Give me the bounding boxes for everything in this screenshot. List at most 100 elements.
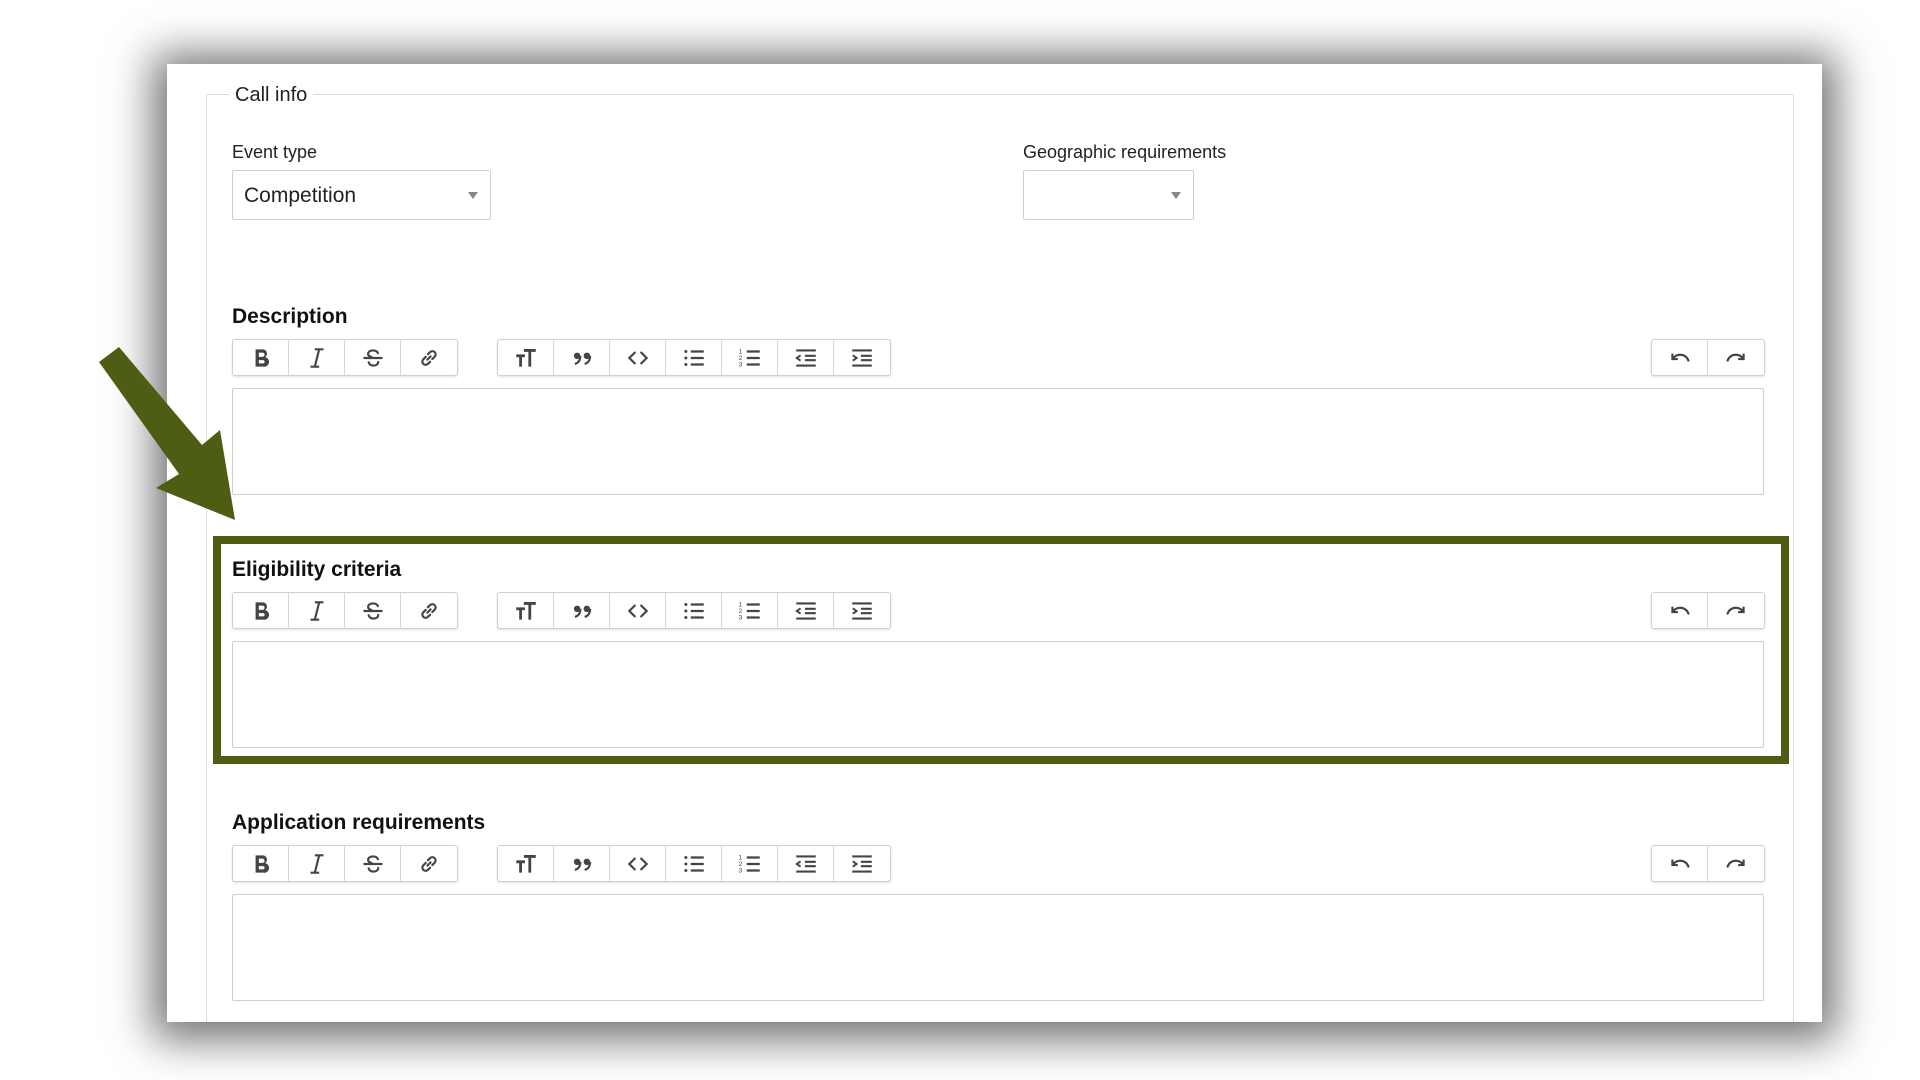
outdent-button[interactable]: [778, 593, 834, 628]
undo-button[interactable]: [1652, 593, 1708, 628]
indent-button[interactable]: [834, 593, 890, 628]
history-toolbar: [1651, 592, 1765, 629]
annotation-arrow-icon: [99, 347, 235, 520]
strikethrough-button[interactable]: [345, 340, 401, 375]
strikethrough-button[interactable]: [345, 846, 401, 881]
numbered-list-icon: [737, 851, 763, 877]
bold-icon: [248, 345, 274, 371]
strikethrough-icon: [360, 851, 386, 877]
redo-icon: [1723, 345, 1749, 371]
heading-icon: [513, 345, 539, 371]
numbered-list-icon: [737, 345, 763, 371]
code-button[interactable]: [610, 846, 666, 881]
quote-icon: [569, 598, 595, 624]
code-icon: [625, 598, 651, 624]
numbered-list-icon: [737, 598, 763, 624]
bullet-list-button[interactable]: [666, 340, 722, 375]
code-button[interactable]: [610, 340, 666, 375]
description-title: Description: [232, 305, 348, 328]
indent-button[interactable]: [834, 340, 890, 375]
quote-button[interactable]: [554, 593, 610, 628]
outdent-icon: [793, 345, 819, 371]
call-info-panel: Call info Event type Competition Geograp…: [167, 64, 1822, 1022]
heading-button[interactable]: [498, 340, 554, 375]
strikethrough-icon: [360, 345, 386, 371]
link-button[interactable]: [401, 846, 457, 881]
bold-icon: [248, 851, 274, 877]
italic-button[interactable]: [289, 846, 345, 881]
undo-icon: [1667, 851, 1693, 877]
format-toolbar: [232, 592, 458, 629]
link-icon: [416, 851, 442, 877]
undo-button[interactable]: [1652, 340, 1708, 375]
bullet-list-button[interactable]: [666, 846, 722, 881]
redo-button[interactable]: [1708, 340, 1764, 375]
chevron-down-icon: [1171, 192, 1181, 199]
indent-icon: [849, 851, 875, 877]
redo-button[interactable]: [1708, 846, 1764, 881]
history-toolbar: [1651, 845, 1765, 882]
outdent-icon: [793, 598, 819, 624]
event-type-select[interactable]: Competition: [232, 170, 491, 220]
link-button[interactable]: [401, 340, 457, 375]
redo-icon: [1723, 851, 1749, 877]
code-icon: [625, 851, 651, 877]
bullet-list-icon: [681, 598, 707, 624]
link-icon: [416, 598, 442, 624]
format-toolbar: [232, 339, 458, 376]
undo-icon: [1667, 598, 1693, 624]
application-requirements-editor[interactable]: [232, 894, 1764, 1001]
call-info-fieldset: [206, 94, 1794, 1022]
undo-icon: [1667, 345, 1693, 371]
indent-button[interactable]: [834, 846, 890, 881]
heading-icon: [513, 598, 539, 624]
indent-icon: [849, 598, 875, 624]
redo-icon: [1723, 598, 1749, 624]
indent-icon: [849, 345, 875, 371]
event-type-value: Competition: [244, 184, 357, 207]
format-toolbar: [232, 845, 458, 882]
block-toolbar: [497, 339, 891, 376]
block-toolbar: [497, 845, 891, 882]
undo-button[interactable]: [1652, 846, 1708, 881]
quote-icon: [569, 345, 595, 371]
strikethrough-icon: [360, 598, 386, 624]
quote-button[interactable]: [554, 846, 610, 881]
link-button[interactable]: [401, 593, 457, 628]
geographic-requirements-select[interactable]: [1023, 170, 1194, 220]
quote-icon: [569, 851, 595, 877]
bullet-list-button[interactable]: [666, 593, 722, 628]
redo-button[interactable]: [1708, 593, 1764, 628]
eligibility-criteria-editor[interactable]: [232, 641, 1764, 748]
numbered-list-button[interactable]: [722, 340, 778, 375]
quote-button[interactable]: [554, 340, 610, 375]
italic-icon: [304, 345, 330, 371]
bold-button[interactable]: [233, 593, 289, 628]
outdent-button[interactable]: [778, 340, 834, 375]
italic-button[interactable]: [289, 593, 345, 628]
bullet-list-icon: [681, 851, 707, 877]
fieldset-legend: Call info: [229, 84, 314, 107]
code-button[interactable]: [610, 593, 666, 628]
italic-icon: [304, 851, 330, 877]
italic-icon: [304, 598, 330, 624]
event-type-label: Event type: [232, 142, 318, 162]
chevron-down-icon: [468, 192, 478, 199]
eligibility-criteria-title: Eligibility criteria: [232, 558, 402, 581]
block-toolbar: [497, 592, 891, 629]
link-icon: [416, 345, 442, 371]
strikethrough-button[interactable]: [345, 593, 401, 628]
heading-button[interactable]: [498, 593, 554, 628]
outdent-icon: [793, 851, 819, 877]
geographic-requirements-label: Geographic requirements: [1023, 142, 1227, 162]
description-editor[interactable]: [232, 388, 1764, 495]
numbered-list-button[interactable]: [722, 593, 778, 628]
outdent-button[interactable]: [778, 846, 834, 881]
bullet-list-icon: [681, 345, 707, 371]
heading-icon: [513, 851, 539, 877]
numbered-list-button[interactable]: [722, 846, 778, 881]
heading-button[interactable]: [498, 846, 554, 881]
bold-button[interactable]: [233, 846, 289, 881]
application-requirements-title: Application requirements: [232, 811, 486, 834]
italic-button[interactable]: [289, 340, 345, 375]
